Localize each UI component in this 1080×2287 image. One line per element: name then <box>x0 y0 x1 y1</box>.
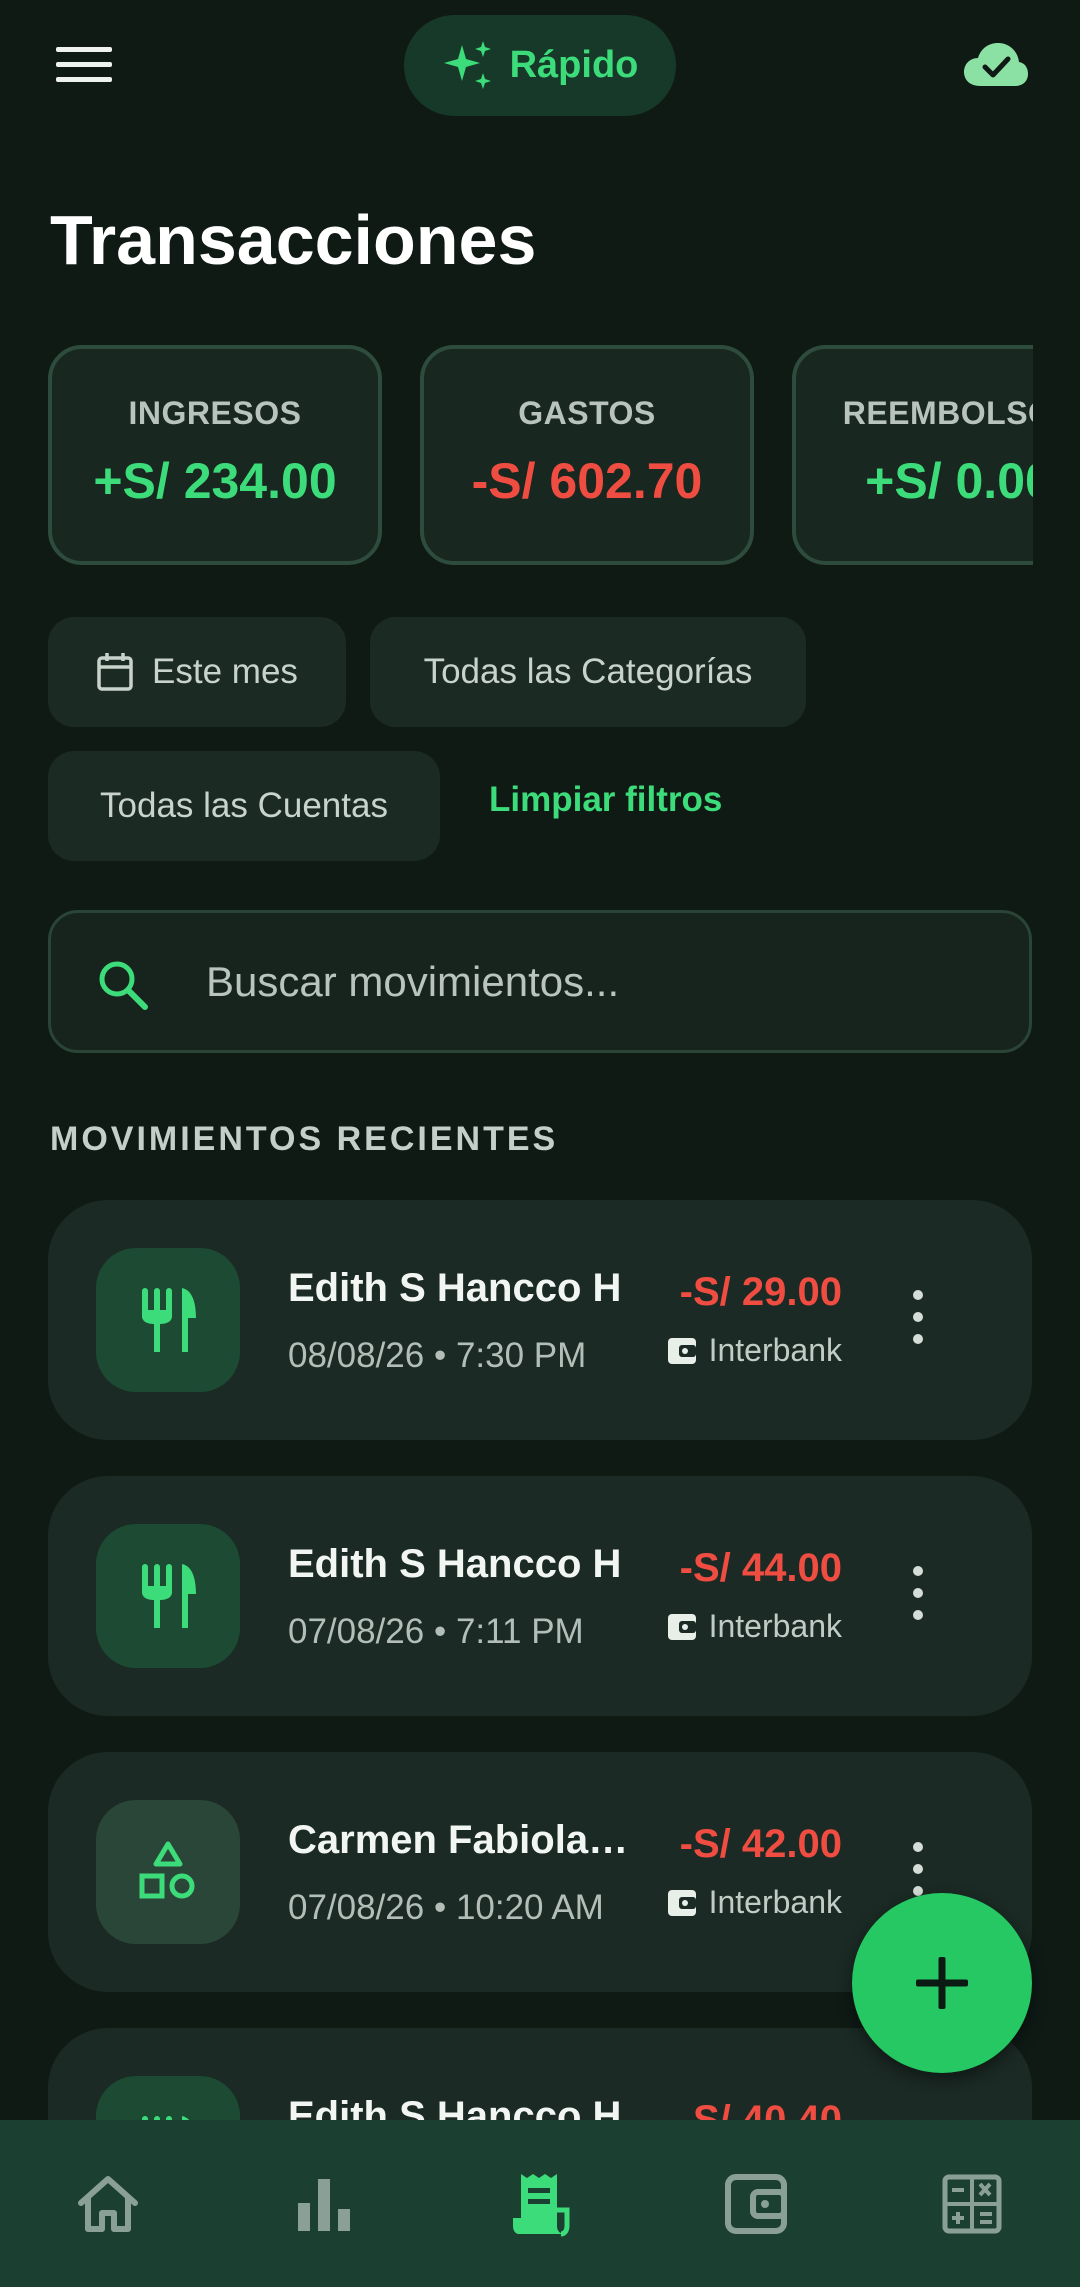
expense-label: GASTOS <box>518 395 656 431</box>
account-name: Interbank <box>708 1332 842 1368</box>
transaction-date: 07/08/26 • 7:11 PM <box>288 1612 584 1651</box>
transaction-account: Interbank <box>667 1608 842 1645</box>
expense-value: -S/ 602.70 <box>471 453 703 509</box>
refund-card[interactable]: REEMBOLSOS +S/ 0.00 <box>792 345 1033 565</box>
category-icon-container <box>96 1248 240 1392</box>
search-icon <box>99 961 148 1010</box>
expense-card[interactable]: GASTOS -S/ 602.70 <box>420 345 754 565</box>
nav-stats[interactable] <box>216 2120 432 2287</box>
more-options-icon[interactable] <box>903 1566 933 1626</box>
income-card[interactable]: INGRESOS +S/ 234.00 <box>48 345 382 565</box>
clear-filters-link[interactable]: Limpiar filtros <box>489 780 722 820</box>
transaction-account: Interbank <box>667 1332 842 1369</box>
summary-cards[interactable]: INGRESOS +S/ 234.00 GASTOS -S/ 602.70 RE… <box>48 345 1033 567</box>
account-filter-chip[interactable]: Todas las Cuentas <box>48 751 440 861</box>
sparkle-icon <box>443 40 491 89</box>
transaction-amount: -S/ 42.00 <box>679 1822 842 1866</box>
transaction-amount: -S/ 29.00 <box>679 1270 842 1314</box>
transaction-account: Interbank <box>667 1884 842 1921</box>
transaction-date: 08/08/26 • 7:30 PM <box>288 1336 587 1375</box>
transaction-name: Edith S Hancco H <box>288 1266 622 1310</box>
refund-label: REEMBOLSOS <box>842 395 1033 431</box>
menu-icon[interactable] <box>50 40 120 96</box>
wallet-icon <box>725 2173 787 2234</box>
period-filter-label: Este mes <box>152 652 298 691</box>
quick-add-label: Rápido <box>509 44 639 86</box>
transaction-item[interactable]: Edith S Hancco H 08/08/26 • 7:30 PM -S/ … <box>48 1200 1032 1440</box>
page-title: Transacciones <box>50 201 537 279</box>
income-value: +S/ 234.00 <box>93 453 337 509</box>
nav-calculator[interactable] <box>864 2120 1080 2287</box>
category-icon-container <box>96 1524 240 1668</box>
search-input[interactable] <box>206 913 986 1050</box>
transaction-amount: -S/ 44.00 <box>679 1546 842 1590</box>
food-icon <box>142 1288 196 1352</box>
section-title: MOVIMIENTOS RECIENTES <box>50 1120 559 1158</box>
account-filter-label: Todas las Cuentas <box>100 786 388 825</box>
income-label: INGRESOS <box>128 395 302 431</box>
calendar-icon <box>97 653 133 691</box>
transactions-icon <box>513 2173 570 2236</box>
wallet-icon <box>667 1337 696 1364</box>
nav-home[interactable] <box>0 2120 216 2287</box>
period-filter-chip[interactable]: Este mes <box>48 617 346 727</box>
food-icon <box>142 1564 196 1628</box>
plus-icon <box>916 1957 968 2009</box>
nav-transactions[interactable] <box>432 2120 648 2287</box>
home-icon <box>78 2175 138 2232</box>
search-bar[interactable] <box>48 910 1032 1053</box>
add-transaction-button[interactable] <box>852 1893 1032 2073</box>
transaction-name: Carmen Fabiola Quispe <box>288 1818 638 1862</box>
wallet-icon <box>667 1613 696 1640</box>
shapes-icon <box>139 1841 195 1899</box>
category-icon-container <box>96 1800 240 1944</box>
account-name: Interbank <box>708 1884 842 1920</box>
cloud-synced-icon[interactable] <box>963 40 1029 90</box>
wallet-icon <box>667 1889 696 1916</box>
transactions-screen: Rápido Transacciones INGRESOS +S/ 234.00… <box>0 0 1080 2287</box>
more-options-icon[interactable] <box>903 1290 933 1350</box>
calculator-icon <box>942 2174 1002 2233</box>
transaction-item[interactable]: Edith S Hancco H 07/08/26 • 7:11 PM -S/ … <box>48 1476 1032 1716</box>
transaction-name: Edith S Hancco H <box>288 1542 622 1586</box>
quick-add-button[interactable]: Rápido <box>404 15 676 116</box>
category-filter-label: Todas las Categorías <box>423 652 753 691</box>
stats-icon <box>298 2178 350 2231</box>
transaction-date: 07/08/26 • 10:20 AM <box>288 1888 604 1927</box>
nav-wallet[interactable] <box>648 2120 864 2287</box>
bottom-navigation <box>0 2120 1080 2287</box>
category-filter-chip[interactable]: Todas las Categorías <box>370 617 806 727</box>
account-name: Interbank <box>708 1608 842 1644</box>
refund-value: +S/ 0.00 <box>865 453 1033 509</box>
